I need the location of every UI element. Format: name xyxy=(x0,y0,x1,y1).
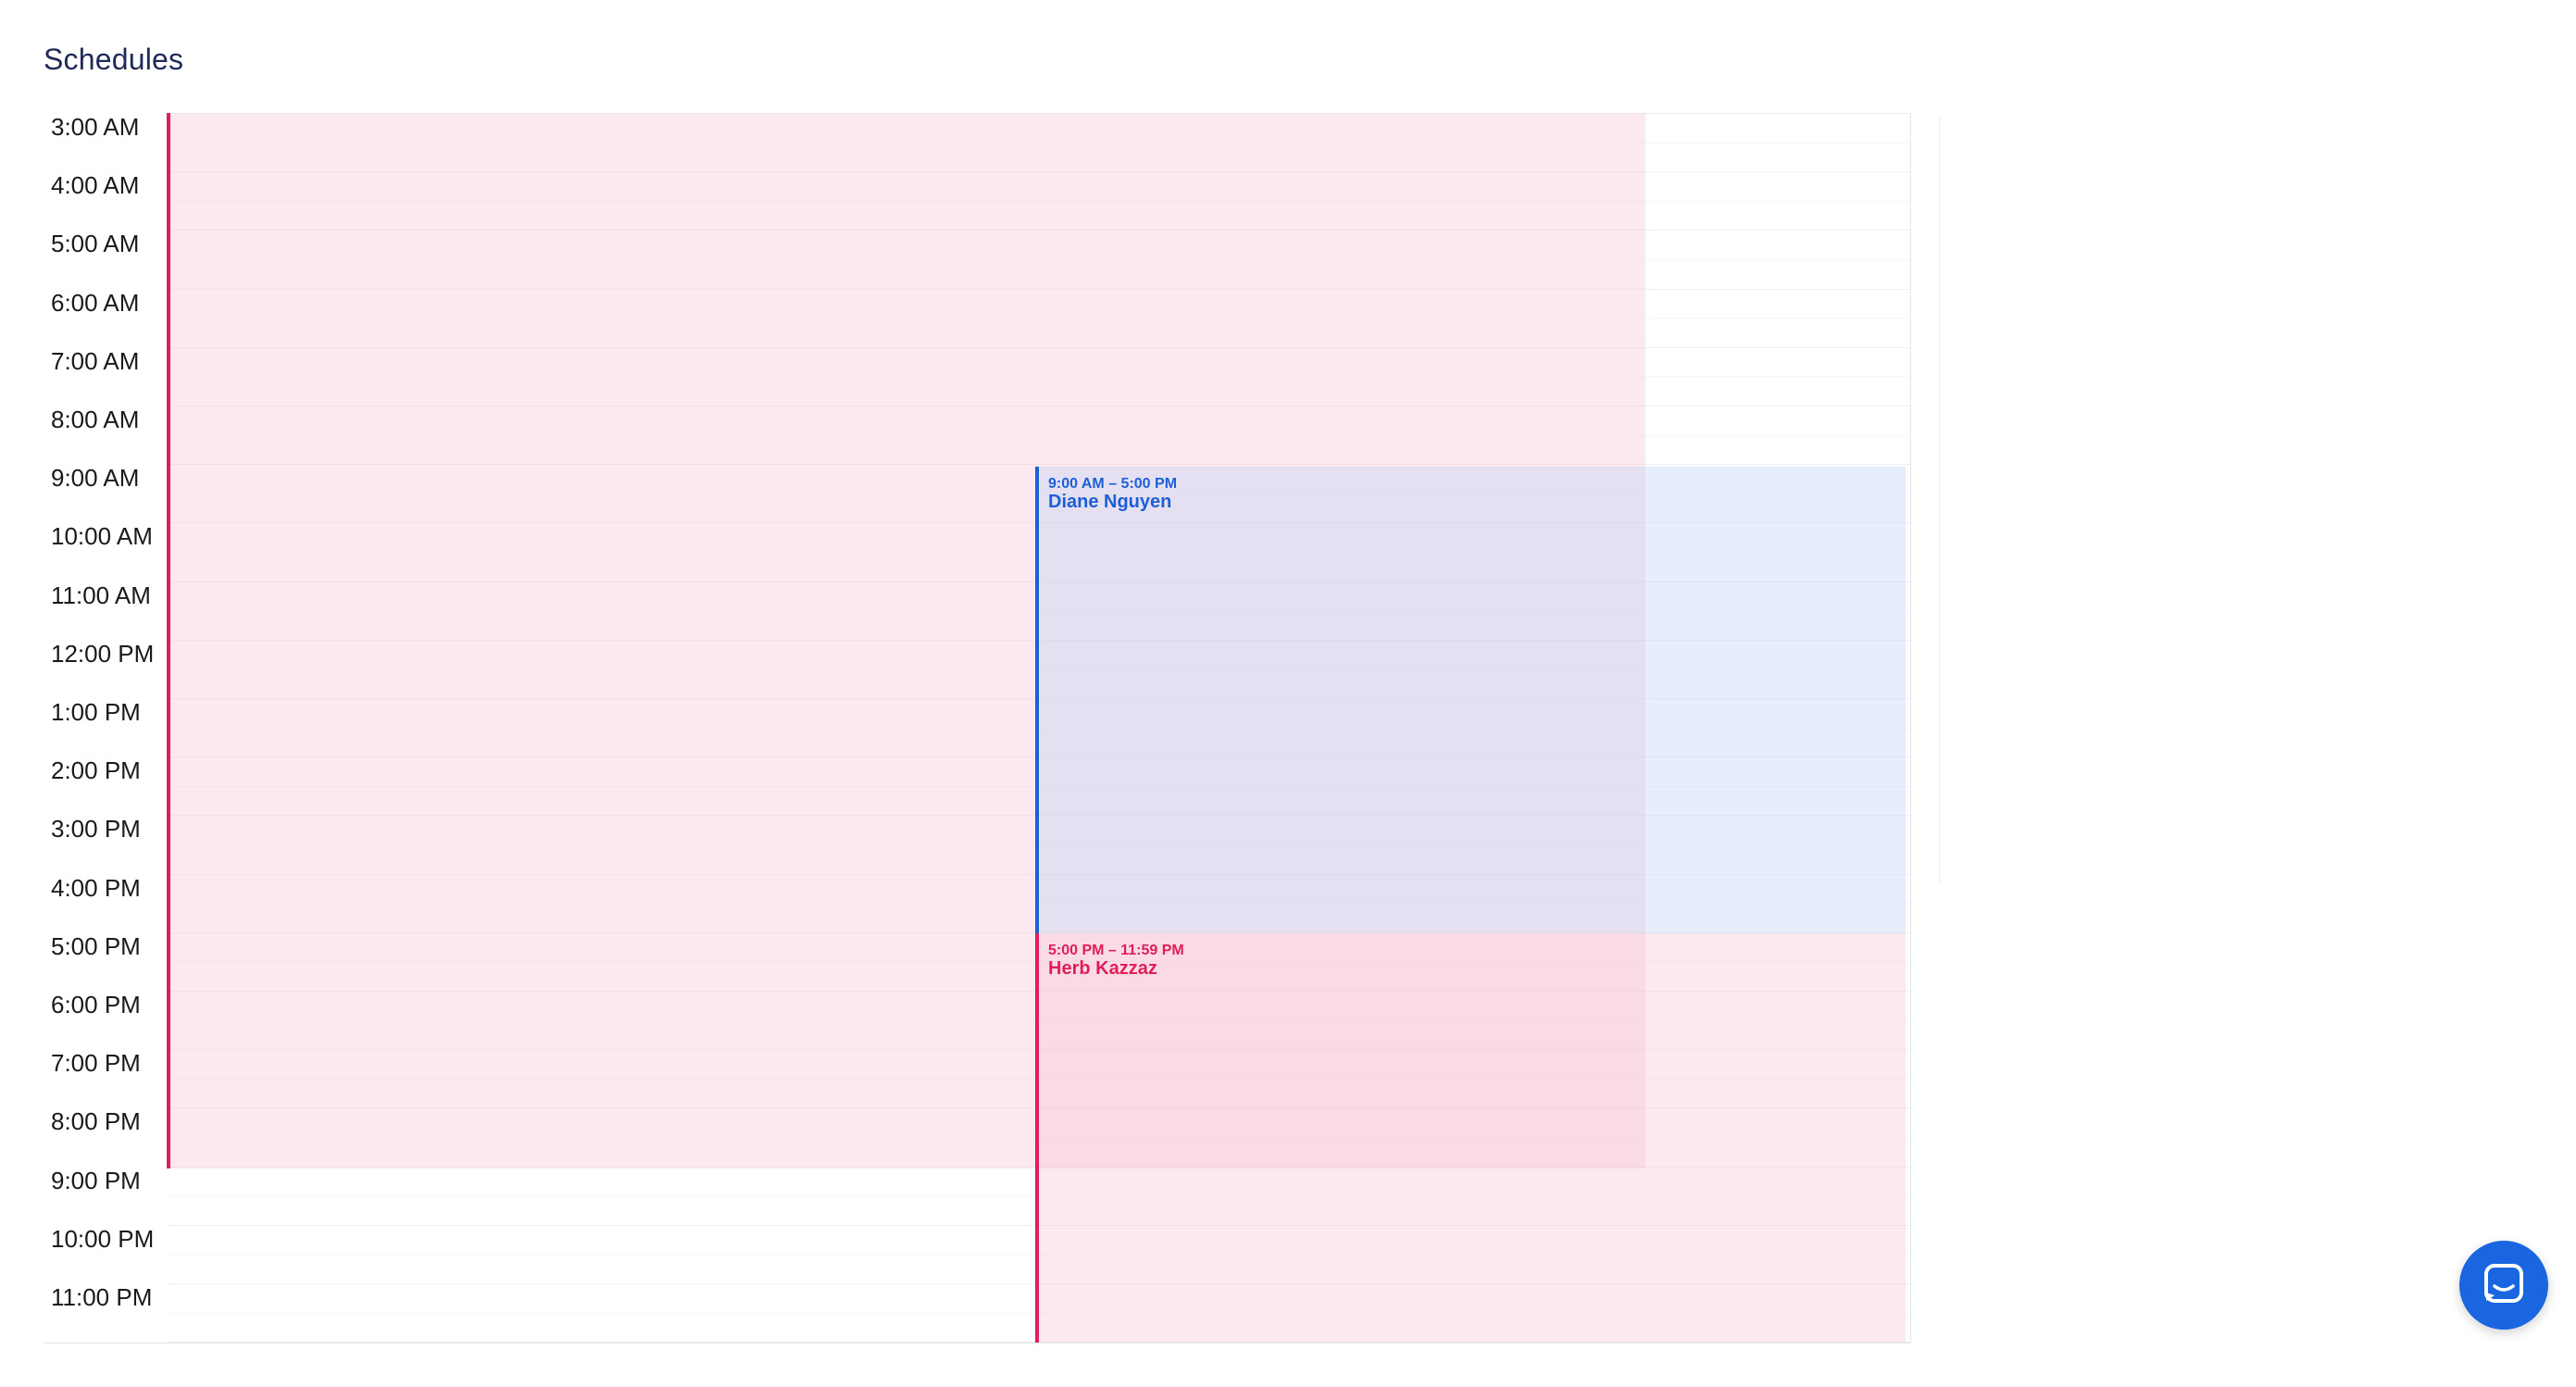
panel-divider xyxy=(1939,116,1940,884)
time-label: 5:00 PM xyxy=(51,931,141,960)
page-title: Schedules xyxy=(44,43,184,76)
event-time: 5:00 PM – 11:59 PM xyxy=(1048,943,1184,958)
time-label: 9:00 AM xyxy=(51,464,140,493)
schedule-grid: 9:00 AM – 5:00 PM Diane Nguyen 5:00 PM –… xyxy=(167,113,1911,1343)
time-label: 10:00 PM xyxy=(51,1224,155,1253)
event-name: Herb Kazzaz xyxy=(1048,958,1157,979)
time-label: 1:00 PM xyxy=(51,698,141,726)
time-label: 4:00 AM xyxy=(51,171,140,200)
time-label: 2:00 PM xyxy=(51,756,141,785)
schedule-block-diane-nguyen[interactable]: 9:00 AM – 5:00 PM Diane Nguyen xyxy=(1035,467,1906,933)
time-label: 7:00 PM xyxy=(51,1049,141,1078)
time-label: 11:00 AM xyxy=(51,581,151,609)
chat-icon xyxy=(2482,1261,2526,1310)
event-name: Diane Nguyen xyxy=(1048,492,1172,512)
time-label: 8:00 AM xyxy=(51,406,140,433)
time-label: 12:00 PM xyxy=(51,639,155,668)
time-label: 10:00 AM xyxy=(51,522,153,551)
time-label: 5:00 AM xyxy=(51,230,140,258)
time-label: 3:00 AM xyxy=(51,113,140,141)
time-label: 6:00 AM xyxy=(51,288,140,317)
event-time: 9:00 AM – 5:00 PM xyxy=(1048,476,1178,492)
time-label: 6:00 PM xyxy=(51,991,141,1018)
time-label: 3:00 PM xyxy=(51,815,141,843)
time-label: 7:00 AM xyxy=(51,346,140,375)
time-label: 9:00 PM xyxy=(51,1166,141,1194)
chat-launcher-button[interactable] xyxy=(2459,1241,2548,1330)
schedule-block-herb-kazzaz[interactable]: 5:00 PM – 11:59 PM Herb Kazzaz xyxy=(1035,933,1906,1343)
time-label: 8:00 PM xyxy=(51,1107,141,1136)
time-label: 4:00 PM xyxy=(51,873,141,902)
time-label: 11:00 PM xyxy=(51,1283,153,1311)
